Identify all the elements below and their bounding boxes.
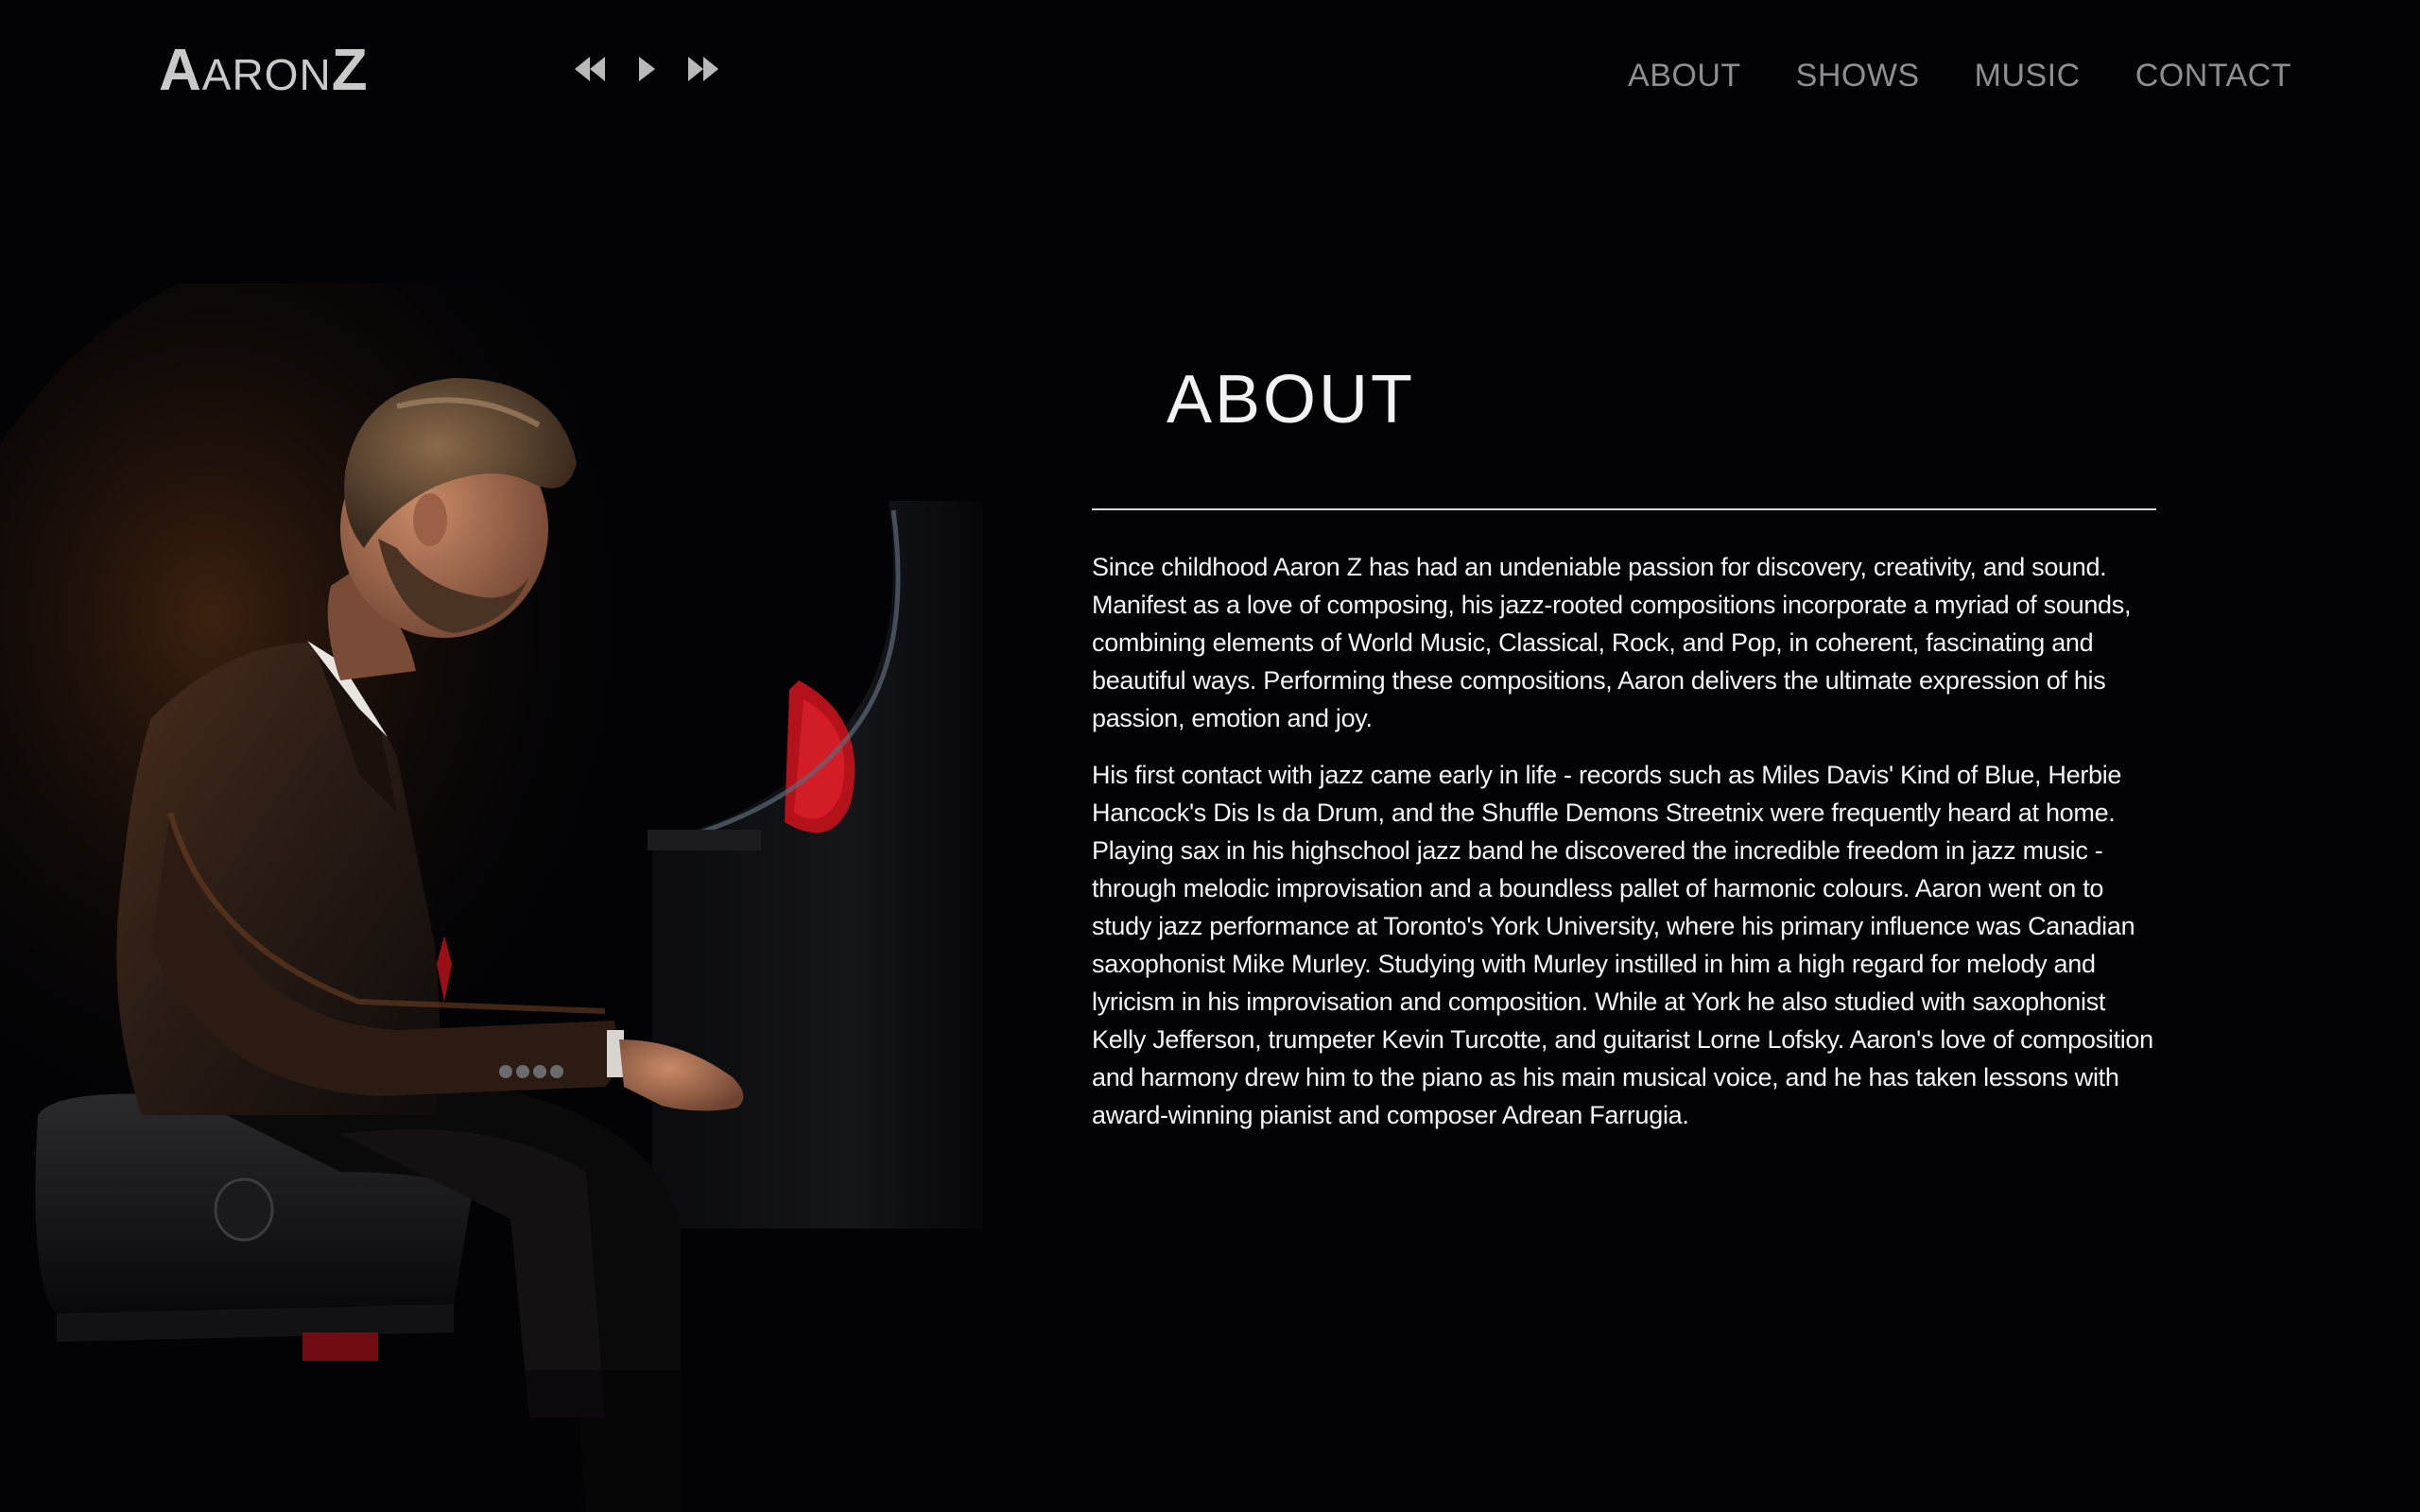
about-divider [1092,508,2156,510]
logo-initial-z: Z [331,38,369,103]
nav-contact[interactable]: CONTACT [2135,47,2291,104]
next-track-button[interactable] [684,47,722,91]
fast-forward-icon [688,57,718,81]
site-logo[interactable]: A ARON Z [159,38,369,104]
previous-track-button[interactable] [571,47,609,91]
nav-music[interactable]: MUSIC [1975,47,2081,104]
about-body: Since childhood Aaron Z has had an unden… [1092,548,2165,1153]
about-paragraph-1: Since childhood Aaron Z has had an unden… [1092,553,2132,732]
page: A ARON Z ABOUT SHOWS MUSIC CONTACT ABOUT… [0,0,2420,1512]
nav-shows[interactable]: SHOWS [1796,47,1920,104]
about-heading: ABOUT [1167,362,1416,438]
logo-name: ARON [201,50,332,99]
main-nav: ABOUT SHOWS MUSIC CONTACT [1628,47,2291,104]
rewind-icon [575,57,605,81]
audio-player-controls [571,47,722,91]
logo-initial-a: A [159,38,202,103]
play-button[interactable] [628,47,666,91]
play-icon [639,57,655,81]
nav-about[interactable]: ABOUT [1628,47,1741,104]
pianist-photo [0,284,1002,1512]
about-paragraph-2: His first contact with jazz came early i… [1092,761,2153,1129]
